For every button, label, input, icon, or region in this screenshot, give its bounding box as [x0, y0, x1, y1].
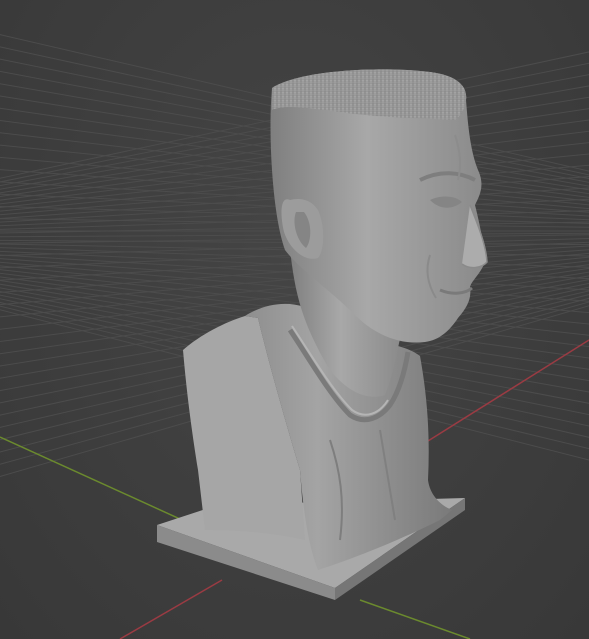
viewport-canvas[interactable] — [0, 0, 589, 639]
bust-model[interactable] — [157, 69, 488, 600]
3d-viewport[interactable] — [0, 0, 589, 639]
y-axis-line-near — [119, 579, 223, 639]
y-axis-line — [419, 339, 589, 447]
x-axis-line-far — [359, 599, 471, 639]
